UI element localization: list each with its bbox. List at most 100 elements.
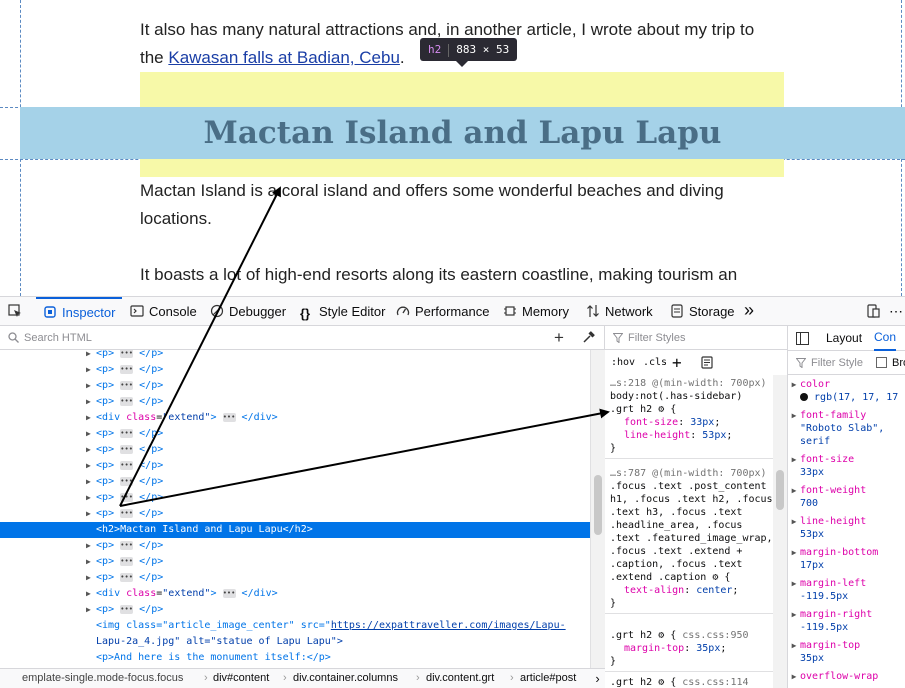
expand-triangle-icon[interactable]: ▶ bbox=[86, 350, 96, 362]
computed-property[interactable]: ▶ font-size 33px bbox=[788, 453, 905, 479]
tab-computed[interactable]: Con bbox=[874, 326, 897, 351]
options-menu-icon[interactable]: ⋯ bbox=[889, 297, 903, 326]
page-viewport[interactable]: It also has many natural attractions and… bbox=[0, 0, 905, 296]
tree-node[interactable]: ▶ <p> ••• </p> bbox=[0, 442, 590, 458]
element-picker-button[interactable] bbox=[8, 297, 28, 326]
expand-triangle-icon[interactable]: ▶ bbox=[788, 577, 800, 590]
tree-node[interactable]: ▶ <p> ••• </p> bbox=[0, 458, 590, 474]
image-src-link[interactable]: https://expattraveller.com/images/Lapu- bbox=[331, 620, 566, 631]
breadcrumb-item[interactable]: emplate-single.mode-focus.focus bbox=[22, 669, 183, 688]
expand-triangle-icon[interactable]: ▶ bbox=[86, 570, 96, 586]
collapsed-content-icon[interactable]: ••• bbox=[120, 556, 134, 566]
selected-tree-node[interactable]: <h2>Mactan Island and Lapu Lapu</h2> bbox=[0, 522, 590, 538]
tab-layout[interactable]: Layout bbox=[826, 326, 862, 351]
expand-triangle-icon[interactable]: ▶ bbox=[788, 608, 800, 621]
expand-triangle-icon[interactable]: ▶ bbox=[86, 458, 96, 474]
search-html-input[interactable]: Search HTML bbox=[24, 326, 92, 350]
tab-style-editor[interactable]: {} Style Editor bbox=[300, 297, 385, 326]
collapsed-content-icon[interactable]: ••• bbox=[120, 508, 134, 518]
collapsed-content-icon[interactable]: ••• bbox=[120, 364, 134, 374]
tab-storage[interactable]: Storage bbox=[670, 297, 735, 326]
expand-triangle-icon[interactable]: ▶ bbox=[86, 602, 96, 618]
tree-node[interactable]: ▶ <p> ••• </p> bbox=[0, 490, 590, 506]
browser-styles-checkbox[interactable] bbox=[876, 357, 887, 368]
collapsed-content-icon[interactable]: ••• bbox=[120, 492, 134, 502]
computed-filter-input[interactable]: Filter Style bbox=[811, 351, 863, 375]
collapsed-content-icon[interactable]: ••• bbox=[120, 476, 134, 486]
collapsed-content-icon[interactable]: ••• bbox=[120, 540, 134, 550]
computed-property[interactable]: ▶ margin-right -119.5px bbox=[788, 608, 905, 634]
expand-triangle-icon[interactable]: ▶ bbox=[788, 670, 800, 683]
tree-node[interactable]: ▶ <p> ••• </p> bbox=[0, 538, 590, 554]
breadcrumb-item[interactable]: article#post bbox=[520, 669, 576, 688]
color-swatch[interactable] bbox=[800, 393, 808, 401]
hov-toggle[interactable]: :hov bbox=[611, 350, 635, 375]
html-tree[interactable]: ▶ <p> ••• </p> ▶ <p> ••• </p> ▶ <p> ••• </p> ▶… bbox=[0, 350, 590, 668]
collapsed-content-icon[interactable]: ••• bbox=[120, 604, 134, 614]
tree-node[interactable]: <p>And here is the monument itself:</p> bbox=[0, 650, 590, 666]
tab-debugger[interactable]: Debugger bbox=[210, 297, 286, 326]
gear-icon[interactable]: ⚙ bbox=[712, 572, 718, 583]
tree-node[interactable]: <img class="article_image_center" src="h… bbox=[0, 618, 590, 634]
add-rule-button[interactable]: + bbox=[672, 350, 682, 375]
expand-triangle-icon[interactable]: ▶ bbox=[86, 410, 96, 426]
expand-triangle-icon[interactable]: ▶ bbox=[86, 538, 96, 554]
gear-icon[interactable]: ⚙ bbox=[658, 630, 664, 641]
collapsed-content-icon[interactable]: ••• bbox=[120, 572, 134, 582]
expand-triangle-icon[interactable]: ▶ bbox=[86, 442, 96, 458]
computed-property[interactable]: ▶ font-family "Roboto Slab", serif bbox=[788, 409, 905, 448]
rules-scrollbar[interactable] bbox=[773, 375, 787, 688]
tree-node[interactable]: ▶ <p> ••• </p> bbox=[0, 378, 590, 394]
computed-property[interactable]: ▶ overflow-wrap bbox=[788, 670, 905, 683]
expand-triangle-icon[interactable]: ▶ bbox=[86, 378, 96, 394]
computed-property[interactable]: ▶ font-weight 700 bbox=[788, 484, 905, 510]
breadcrumb-item[interactable]: div.container.columns bbox=[293, 669, 398, 688]
tree-node[interactable]: ▶ <p> ••• </p> bbox=[0, 426, 590, 442]
computed-property[interactable]: ▶ color rgb(17, 17, 17 bbox=[788, 378, 905, 404]
more-tools-button[interactable]: » bbox=[744, 297, 754, 326]
expand-triangle-icon[interactable]: ▶ bbox=[788, 378, 800, 391]
kawasan-falls-link[interactable]: Kawasan falls at Badian, Cebu bbox=[168, 48, 400, 67]
expand-triangle-icon[interactable]: ▶ bbox=[788, 453, 800, 466]
filter-styles-input[interactable]: Filter Styles bbox=[628, 326, 685, 350]
expand-triangle-icon[interactable]: ▶ bbox=[86, 490, 96, 506]
tree-node[interactable]: ▶ <p> ••• </p> bbox=[0, 570, 590, 586]
rule-source[interactable]: css.css:114 bbox=[682, 677, 748, 688]
cls-toggle[interactable]: .cls bbox=[643, 350, 667, 375]
tab-performance[interactable]: Performance bbox=[396, 297, 489, 326]
expand-triangle-icon[interactable]: ▶ bbox=[86, 506, 96, 522]
tree-node[interactable]: ▶ <div class="extend"> ••• </div> bbox=[0, 410, 590, 426]
tab-network[interactable]: Network bbox=[586, 297, 653, 326]
expand-triangle-icon[interactable]: ▶ bbox=[86, 426, 96, 442]
expand-triangle-icon[interactable]: ▶ bbox=[86, 394, 96, 410]
breadcrumb-scroll-right-icon[interactable]: › bbox=[590, 669, 605, 688]
tree-node[interactable]: ▶ <p> ••• </p> bbox=[0, 602, 590, 618]
collapsed-content-icon[interactable]: ••• bbox=[222, 412, 236, 422]
breadcrumb-item[interactable]: div#content bbox=[213, 669, 269, 688]
rule-selector[interactable]: .grt h2 bbox=[610, 677, 652, 688]
tree-node[interactable]: ▶ <p> ••• </p> bbox=[0, 506, 590, 522]
collapsed-content-icon[interactable]: ••• bbox=[120, 444, 134, 454]
add-node-button[interactable]: + bbox=[554, 326, 564, 350]
rule-selector[interactable]: .focus .text .post_content h1, .focus .t… bbox=[610, 481, 773, 583]
computed-property[interactable]: ▶ margin-left -119.5px bbox=[788, 577, 905, 603]
rule-selector[interactable]: .grt h2 bbox=[610, 404, 652, 415]
responsive-mode-button[interactable] bbox=[866, 297, 882, 326]
expand-triangle-icon[interactable]: ▶ bbox=[788, 546, 800, 559]
tree-node[interactable]: ▶ <p> ••• </p> bbox=[0, 350, 590, 362]
tree-node[interactable]: ▶ <p> ••• </p> bbox=[0, 362, 590, 378]
html-tree-scrollbar[interactable] bbox=[590, 350, 605, 668]
collapsed-content-icon[interactable]: ••• bbox=[222, 588, 236, 598]
tree-node[interactable]: ▶ <p> ••• </p> bbox=[0, 394, 590, 410]
expand-triangle-icon[interactable]: ▶ bbox=[86, 362, 96, 378]
tab-memory[interactable]: Memory bbox=[503, 297, 569, 326]
expand-triangle-icon[interactable]: ▶ bbox=[86, 586, 96, 602]
gear-icon[interactable]: ⚙ bbox=[658, 404, 664, 415]
collapsed-content-icon[interactable]: ••• bbox=[120, 428, 134, 438]
collapsed-content-icon[interactable]: ••• bbox=[120, 350, 134, 358]
tree-node[interactable]: ▶ <div class="extend"> ••• </div> bbox=[0, 586, 590, 602]
tab-inspector[interactable]: Inspector bbox=[36, 297, 123, 326]
collapsed-content-icon[interactable]: ••• bbox=[120, 380, 134, 390]
eyedropper-icon[interactable] bbox=[582, 331, 595, 344]
expand-triangle-icon[interactable]: ▶ bbox=[788, 515, 800, 528]
